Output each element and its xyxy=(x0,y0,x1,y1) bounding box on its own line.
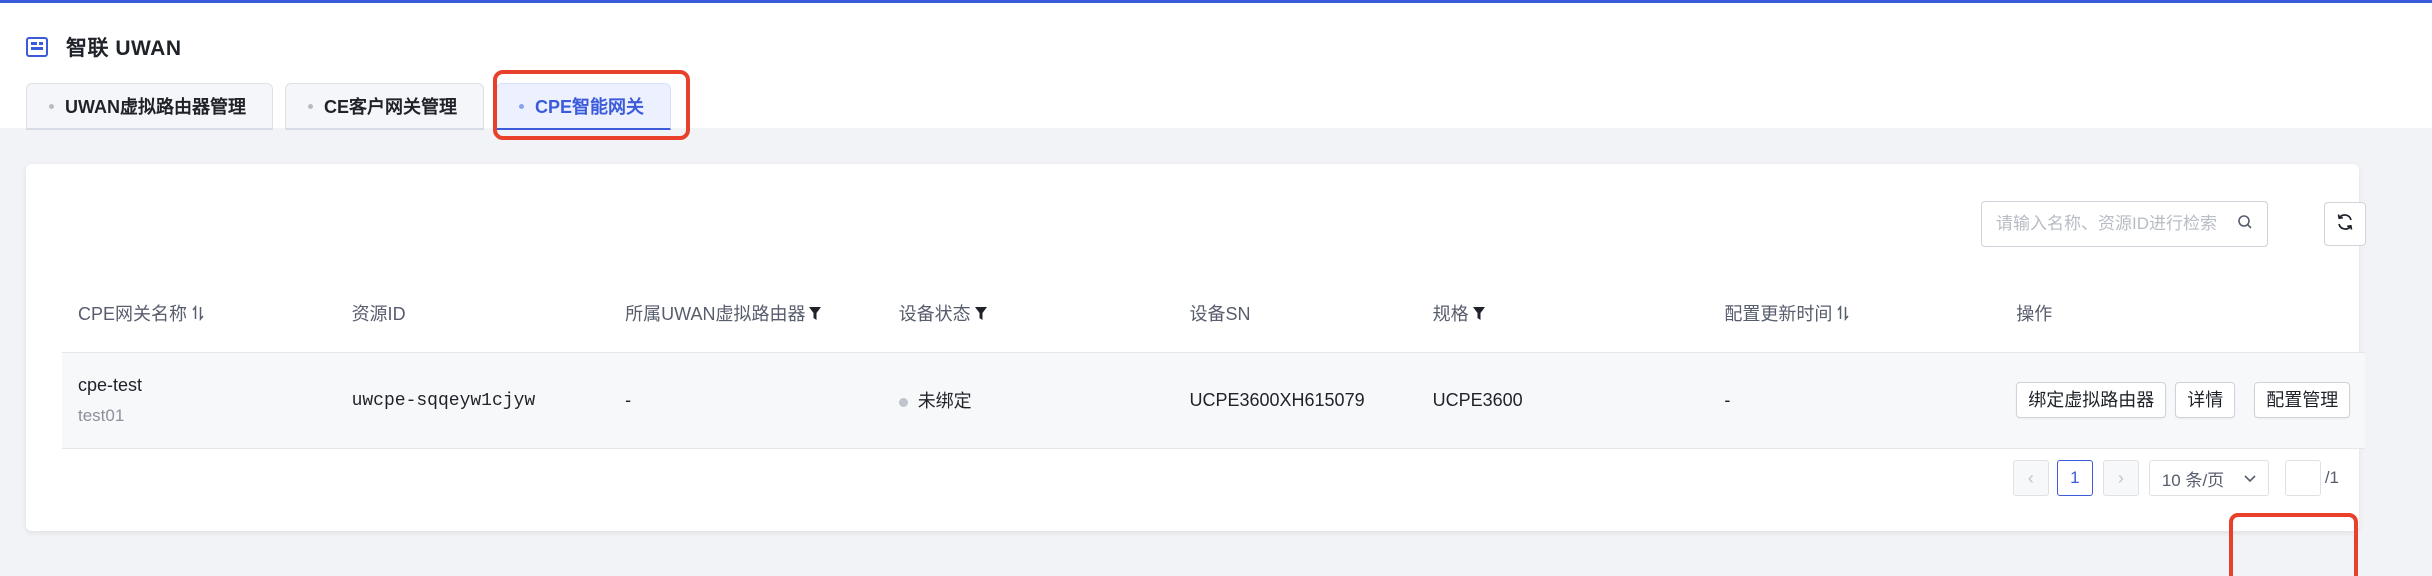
sort-icon[interactable] xyxy=(1836,304,1850,326)
status-dot-icon xyxy=(898,397,908,407)
search-icon[interactable] xyxy=(2237,214,2253,235)
tab-dot-icon xyxy=(308,103,313,109)
tab-uwan-router[interactable]: UWAN虚拟路由器管理 xyxy=(26,83,273,130)
page-number-current[interactable]: 1 xyxy=(2056,460,2093,496)
column-header-actions: 操作 xyxy=(2000,274,2365,353)
tab-cpe-gateway[interactable]: CPE智能网关 xyxy=(496,83,672,130)
cpe-table: CPE网关名称 资源ID 所属UWAN虚拟路由器 设备状态 设备SN 规格 配置… xyxy=(62,274,2365,449)
search-box xyxy=(1981,201,2268,247)
tab-ce-gateway[interactable]: CE客户网关管理 xyxy=(285,83,485,130)
table-header-row: CPE网关名称 资源ID 所属UWAN虚拟路由器 设备状态 设备SN 规格 配置… xyxy=(62,274,2365,353)
status-badge: 未绑定 xyxy=(917,391,972,411)
table-row: cpe-test test01 uwcpe-sqqeyw1cjyw - 未绑定 … xyxy=(62,352,2365,449)
cell-updated: - xyxy=(1708,352,2001,449)
refresh-icon xyxy=(2335,212,2355,237)
page-size-select[interactable]: 10 条/页 xyxy=(2148,460,2269,496)
tab-label: CPE智能网关 xyxy=(535,97,645,117)
cell-resource-id: uwcpe-sqqeyw1cjyw xyxy=(335,352,610,449)
cell-actions: 绑定虚拟路由器 详情 配置管理 xyxy=(2000,352,2365,449)
sort-icon[interactable] xyxy=(191,304,205,326)
cell-name: cpe-test test01 xyxy=(62,352,336,449)
filter-icon[interactable] xyxy=(974,305,987,326)
gateway-name[interactable]: cpe-test xyxy=(78,375,336,396)
gateway-alias: test01 xyxy=(78,405,125,425)
cell-sn: UCPE3600XH615079 xyxy=(1173,352,1417,449)
tab-dot-icon xyxy=(519,103,525,109)
details-button[interactable]: 详情 xyxy=(2175,382,2236,418)
column-header-sn: 设备SN xyxy=(1173,274,1417,353)
filter-icon[interactable] xyxy=(809,305,822,326)
tab-label: UWAN虚拟路由器管理 xyxy=(65,97,246,117)
bind-router-button[interactable]: 绑定虚拟路由器 xyxy=(2016,382,2167,418)
column-header-resource-id: 资源ID xyxy=(335,274,610,353)
highlight-box-config xyxy=(2229,513,2358,576)
page-title: 智联 UWAN xyxy=(66,37,182,60)
top-bar: 智联 UWAN UWAN虚拟路由器管理 CE客户网关管理 CPE智能网关 xyxy=(0,0,2432,140)
cell-spec: UCPE3600 xyxy=(1416,352,1709,449)
column-header-spec[interactable]: 规格 xyxy=(1416,274,1709,353)
cell-status: 未绑定 xyxy=(882,352,1174,449)
column-header-name[interactable]: CPE网关名称 xyxy=(62,274,336,353)
network-logo-icon xyxy=(26,36,48,58)
tab-dot-icon xyxy=(49,103,54,109)
page-size-label: 10 条/页 xyxy=(2161,470,2225,490)
prev-page-button[interactable]: ‹ xyxy=(2012,460,2049,496)
config-manage-button[interactable]: 配置管理 xyxy=(2254,382,2351,418)
content-card: CPE网关名称 资源ID 所属UWAN虚拟路由器 设备状态 设备SN 规格 配置… xyxy=(26,164,2366,576)
column-header-updated[interactable]: 配置更新时间 xyxy=(1708,274,2001,353)
chevron-down-icon xyxy=(2244,468,2256,488)
search-input[interactable] xyxy=(1996,214,2237,234)
header: 智联 UWAN xyxy=(26,31,182,63)
total-pages: /1 xyxy=(2324,468,2339,487)
tab-bar: UWAN虚拟路由器管理 CE客户网关管理 CPE智能网关 xyxy=(26,83,683,131)
next-page-button[interactable]: › xyxy=(2102,460,2139,496)
pagination: ‹ 1 › 10 条/页 /1 xyxy=(2003,460,2339,496)
tab-label: CE客户网关管理 xyxy=(324,97,458,117)
cell-router: - xyxy=(609,352,883,449)
column-header-status[interactable]: 设备状态 xyxy=(882,274,1174,353)
page-jump-input[interactable] xyxy=(2284,460,2321,496)
column-header-router[interactable]: 所属UWAN虚拟路由器 xyxy=(609,274,883,353)
filter-icon[interactable] xyxy=(1472,305,1485,326)
refresh-button[interactable] xyxy=(2324,202,2366,246)
